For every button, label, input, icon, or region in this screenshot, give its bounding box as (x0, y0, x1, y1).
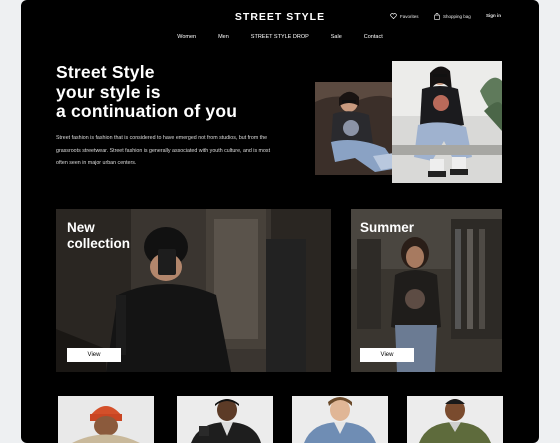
shopping-bag-link[interactable]: Shopping bag (434, 13, 471, 20)
nav-item-street-style-drop[interactable]: STREET STYLE DROP (251, 34, 309, 40)
view-button-summer[interactable]: View (360, 348, 414, 362)
nav-item-women[interactable]: Women (177, 34, 196, 40)
hero-photo-bench (392, 61, 502, 183)
product-thumb-olive-shirt[interactable] (407, 396, 503, 443)
promo-title-line-1: New (67, 220, 95, 235)
top-bar: STREET STYLE Favorites Shopping bag Sign… (21, 0, 539, 34)
promo-title-line-1: Summer (360, 220, 415, 235)
nav-item-contact[interactable]: Contact (364, 34, 383, 40)
favorites-link[interactable]: Favorites (390, 13, 419, 19)
hero-description: Street fashion is fashion that is consid… (56, 135, 271, 166)
sign-in-label: Sign in (486, 13, 501, 18)
sign-in-link[interactable]: Sign in (486, 13, 501, 18)
hero-title-line-1: Street Style (56, 62, 155, 82)
nav-item-sale[interactable]: Sale (331, 34, 342, 40)
shopping-bag-icon (434, 13, 440, 20)
promo-title-new-collection: New collection (67, 220, 130, 251)
main-nav: Women Men STREET STYLE DROP Sale Contact (21, 34, 539, 40)
heart-icon (390, 13, 397, 19)
favorites-label: Favorites (400, 13, 419, 19)
promo-title-line-2: collection (67, 235, 131, 251)
product-thumb-black-jacket[interactable] (177, 396, 273, 443)
hero-title: Street Style your style is a continuatio… (56, 62, 238, 122)
page-frame: STREET STYLE Favorites Shopping bag Sign… (21, 0, 539, 443)
shopping-bag-label: Shopping bag (443, 14, 471, 19)
product-thumb-orange-beanie[interactable] (58, 396, 154, 443)
hero-photo-couch (315, 82, 403, 175)
hero-title-line-3: a continuation of you (56, 101, 238, 121)
hero-title-line-2: your style is (56, 81, 161, 102)
promo-title-summer: Summer (360, 220, 414, 236)
nav-item-men[interactable]: Men (218, 34, 229, 40)
promo-card-new-collection[interactable]: New collection View (56, 209, 331, 372)
view-button-new-collection[interactable]: View (67, 348, 121, 362)
product-thumb-denim-jacket[interactable] (292, 396, 388, 443)
promo-card-summer[interactable]: Summer View (351, 209, 502, 372)
